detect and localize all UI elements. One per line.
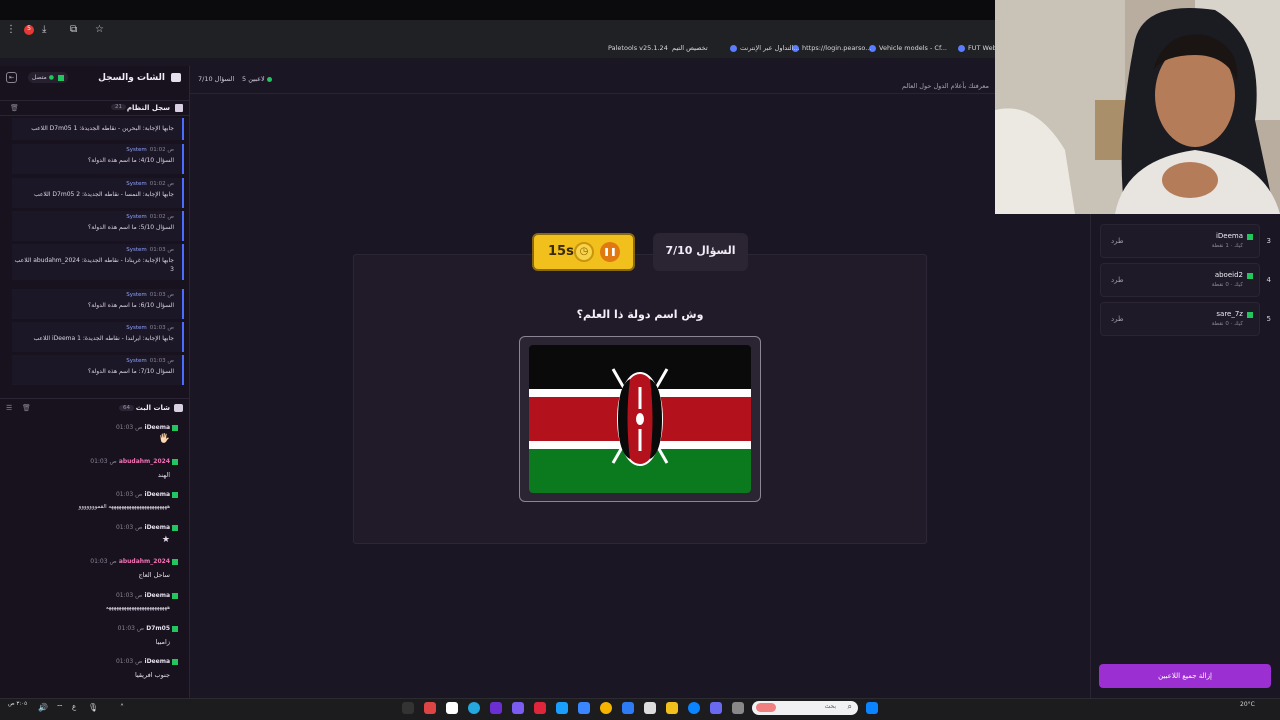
volume-icon[interactable]: 🔊 (38, 703, 48, 712)
log-item: اللاعب D7m05 جابها الإجابة: البحرين - نق… (12, 118, 184, 140)
app-icon[interactable] (644, 702, 656, 714)
file-explorer-icon[interactable] (666, 702, 678, 714)
mic-icon[interactable]: 🎙 (88, 703, 98, 712)
trash-icon[interactable]: 🗑 (10, 104, 19, 112)
log-item: System 01:03 ص اللاعب iDeema جابها الإجابة… (12, 322, 184, 352)
kick-button[interactable]: طرد (1111, 237, 1124, 245)
player-row: 5 sare_7z كيك · 0 نقطة طرد (1100, 302, 1271, 336)
window-titlebar (0, 0, 995, 20)
chat-message: 01:03 ص iDeema ههههههههههههههههههههههههه (0, 592, 182, 624)
menu-icon[interactable]: ⋮ (6, 24, 16, 35)
timer-badge: 15s ◷ ❚❚ (532, 233, 635, 271)
weather-temp: 20°C (1240, 701, 1255, 708)
browser-toolbar (0, 20, 995, 42)
chat-message: 01:03 ص D7m05 زامبيا (0, 625, 182, 657)
system-log-title: سجل النظام (126, 104, 170, 112)
app-icon[interactable] (402, 702, 414, 714)
wifi-icon[interactable]: ⌔ (56, 703, 64, 713)
chat-message: 01:03 ص abudahm_2024 ساحل العاج (0, 558, 182, 590)
chat-header: ☰ 🗑 64 شات البث (0, 398, 190, 418)
log-item: System 01:02 ص السؤال 4/10: ما اسم هذه الد… (12, 144, 184, 174)
bookmark-item[interactable]: Vehicle models - Cf... (869, 44, 947, 52)
log-count-badge: 21 (111, 104, 126, 110)
question-number: السؤال 7/10 (665, 244, 736, 257)
log-icon (175, 104, 183, 112)
language-icon[interactable]: ع (72, 703, 76, 711)
taskbar-clock: ٣:٠٥ ص (8, 701, 28, 707)
game-topbar: 5 لاعبين السؤال 7/10 معرفتك بأعلام الدول… (190, 66, 995, 94)
app-icon[interactable] (424, 702, 436, 714)
app-icon[interactable] (622, 702, 634, 714)
kick-button[interactable]: طرد (1111, 315, 1124, 323)
webcam-overlay (995, 0, 1280, 214)
search-icon: ⌕ (847, 702, 852, 711)
log-item: System 01:02 ص السؤال 5/10: ما اسم هذه الد… (12, 211, 184, 241)
clock-icon: ◷ (574, 242, 594, 262)
chat-message: 01:03 ص iDeema ★ (0, 524, 182, 556)
search-decor-icon (756, 703, 776, 712)
app-icon[interactable] (578, 702, 590, 714)
bookmark-item[interactable]: التداول عبر الإنترنت... (730, 44, 800, 52)
edge-icon[interactable] (688, 702, 700, 714)
chat-title: شات البث (135, 404, 170, 412)
taskbar (0, 698, 1280, 720)
app-icon[interactable] (468, 702, 480, 714)
chat-bubble-icon (174, 404, 183, 412)
kick-button[interactable]: طرد (1111, 276, 1124, 284)
bookmark-item[interactable]: تخصيص التيم (672, 44, 708, 52)
chat-bubble-icon (171, 73, 181, 82)
start-icon[interactable] (866, 702, 878, 714)
app-icon[interactable] (534, 702, 546, 714)
chat-message: 01:03 ص iDeema 🖐🏻 (0, 424, 182, 456)
log-item: System 01:02 ص اللاعب D7m05 جابها الإجابة:… (12, 178, 184, 208)
extension-badge-icon[interactable]: 5 (24, 25, 34, 35)
player-row: 3 iDeema كيك · 1 نقطة طرد (1100, 224, 1271, 258)
trash-icon[interactable]: 🗑 (22, 404, 31, 412)
collapse-panel-icon[interactable]: ⇤ (6, 72, 17, 83)
player-row: 4 aboeid2 كيك · 0 نقطة طرد (1100, 263, 1271, 297)
online-dot-icon (267, 77, 272, 82)
question-prompt: وش اسم دولة ذا العلم؟ (576, 308, 704, 321)
chevron-up-icon[interactable]: ˄ (120, 703, 124, 712)
bookmark-item[interactable]: https://login.pearso... (792, 44, 871, 52)
filter-icon[interactable]: ☰ (6, 404, 12, 412)
connection-status: متصل ● (28, 72, 68, 83)
bookmark-star-icon[interactable]: ☆ (95, 24, 104, 35)
chrome-icon[interactable] (600, 702, 612, 714)
log-item: System 01:03 ص السؤال 6/10: ما اسم هذه الد… (12, 289, 184, 319)
system-log-header: 🗑 21 سجل النظام (0, 100, 190, 116)
bookmark-item[interactable]: Paletools v25.1.24 (608, 44, 668, 52)
question-number-badge: السؤال 7/10 (653, 233, 748, 271)
app-icon[interactable] (710, 702, 722, 714)
log-item: System 01:03 ص اللاعب abudahm_2024 جابها ا… (12, 244, 184, 280)
download-icon[interactable]: ⤓ (42, 24, 46, 35)
remove-all-players-button[interactable]: إزالة جميع اللاعبين (1099, 664, 1271, 688)
app-icon[interactable] (556, 702, 568, 714)
extensions-icon[interactable]: ⧉ (70, 24, 77, 35)
pause-button[interactable]: ❚❚ (600, 242, 620, 262)
players-count: 5 لاعبين (242, 75, 265, 83)
log-item: System 01:03 ص السؤال 7/10: ما اسم هذه الد… (12, 355, 184, 385)
chat-count-badge: 64 (119, 405, 134, 411)
game-subtitle: معرفتك بأعلام الدول حول العالم (902, 82, 989, 90)
kenya-flag-image (529, 345, 751, 493)
app-icon[interactable] (490, 702, 502, 714)
app-icon[interactable] (446, 702, 458, 714)
chat-message: 01:03 ص iDeema هههههههههههههههههههههههه ا… (0, 491, 182, 523)
sidebar-title: الشات والسجل (98, 73, 165, 83)
timer-value: 15s (548, 244, 574, 259)
question-progress: السؤال 7/10 (198, 75, 235, 83)
chat-message: 01:03 ص abudahm_2024 الهند (0, 458, 182, 490)
chat-message: 01:03 ص iDeema جنوب افريقيا (0, 658, 182, 690)
app-icon[interactable] (512, 702, 524, 714)
app-icon[interactable] (732, 702, 744, 714)
taskbar-search[interactable]: بحث ⌕ (752, 701, 858, 715)
